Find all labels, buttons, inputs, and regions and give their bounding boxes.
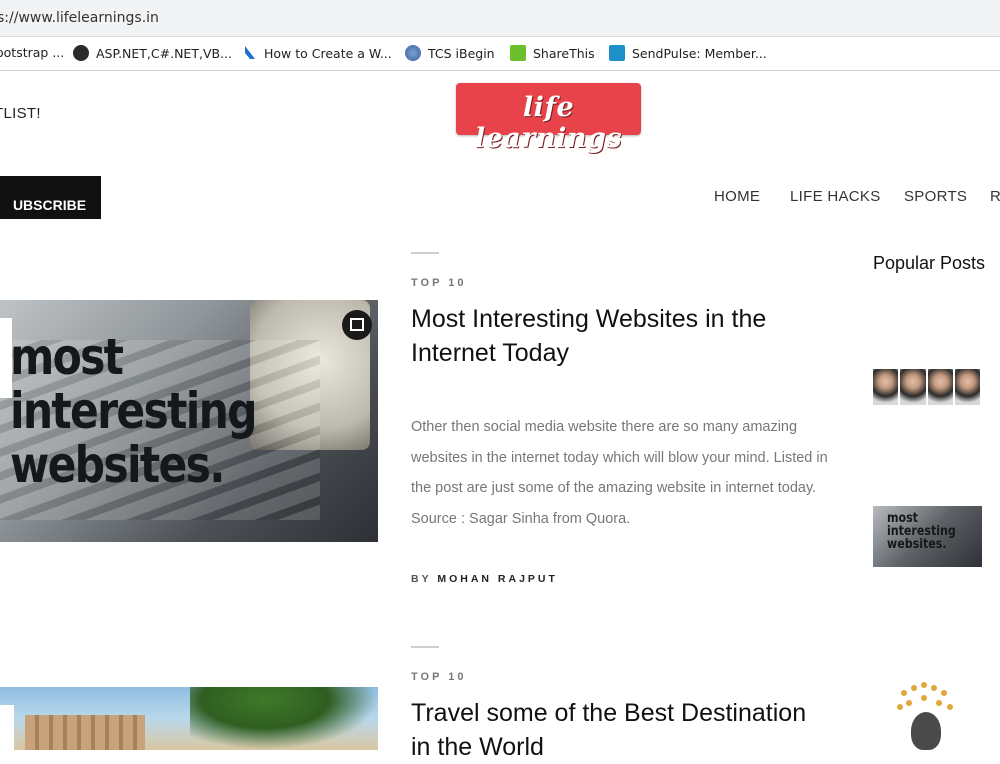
byline-label: BY (411, 573, 432, 585)
share-icon (510, 45, 526, 61)
idea-dot (911, 685, 917, 691)
post-title[interactable]: Most Interesting Websites in the Interne… (411, 302, 831, 370)
post-image-text: most interesting websites. (10, 328, 258, 494)
post-image[interactable] (0, 687, 378, 750)
address-bar[interactable]: s://www.lifelearnings.in (0, 0, 1000, 37)
head-silhouette-graphic (911, 712, 941, 750)
idea-dot (941, 690, 947, 696)
buildings-graphic (25, 715, 145, 750)
bookmark-item[interactable]: TCS iBegin (405, 45, 495, 61)
popular-post-thumbnail[interactable] (873, 682, 982, 750)
nav-item-life-hacks[interactable]: LIFE HACKS (790, 188, 881, 205)
person-photo (873, 369, 899, 405)
globe-icon (405, 45, 421, 61)
bookmark-label: ootstrap ... (0, 45, 65, 60)
header-top-text: TLIST! (0, 105, 41, 122)
thumbnail-text: most interesting websites. (887, 511, 956, 552)
logo-text: life learnings (474, 92, 623, 154)
person-photo (927, 369, 953, 405)
bookmark-item[interactable]: SendPulse: Member... (609, 45, 767, 61)
slide-number-tab (0, 705, 14, 750)
url-text[interactable]: s://www.lifelearnings.in (0, 10, 159, 26)
popular-post-thumbnail[interactable] (873, 369, 982, 405)
bookmark-item[interactable]: ASP.NET,C#.NET,VB... (73, 45, 232, 61)
bookmark-item[interactable]: How to Create a W... (243, 45, 392, 61)
palm-tree-graphic (190, 687, 378, 750)
pulse-icon (609, 45, 625, 61)
idea-dot (931, 685, 937, 691)
post-divider (411, 646, 439, 648)
post-category[interactable]: TOP 10 (411, 277, 467, 289)
idea-dot (906, 700, 912, 706)
post-byline: BY MOHAN RAJPUT (411, 573, 558, 585)
bookmark-label: How to Create a W... (264, 45, 392, 61)
subscribe-button[interactable]: UBSCRIBE (0, 176, 101, 219)
nav-item-sports[interactable]: SPORTS (904, 188, 967, 205)
post-image[interactable]: most interesting websites. (0, 300, 378, 542)
post-excerpt: Other then social media website there ar… (411, 419, 828, 527)
bookmark-item[interactable]: ootstrap ... (0, 45, 64, 60)
slide-number-tab (0, 318, 12, 398)
idea-dot (901, 690, 907, 696)
bookmark-label: TCS iBegin (428, 45, 495, 61)
nav-item-home[interactable]: HOME (714, 188, 760, 205)
idea-dot (936, 700, 942, 706)
person-photo (900, 369, 926, 405)
nav-item-more[interactable]: R (990, 188, 1000, 205)
post-title[interactable]: Travel some of the Best Destination in t… (411, 696, 831, 764)
bookmark-label: ShareThis (533, 45, 595, 61)
bookmark-item[interactable]: ShareThis (510, 45, 595, 61)
aspnet-icon (73, 45, 89, 61)
bookmarks-bar: ootstrap ... ASP.NET,C#.NET,VB... How to… (0, 37, 1000, 71)
post-divider (411, 252, 439, 254)
popular-post-thumbnail[interactable]: most interesting websites. (873, 506, 982, 567)
site-logo[interactable]: life learnings (456, 83, 641, 154)
idea-dot (921, 695, 927, 701)
idea-dot (897, 704, 903, 710)
kite-icon (243, 45, 257, 61)
person-photo (954, 369, 980, 405)
bookmark-label: ASP.NET,C#.NET,VB... (96, 45, 232, 61)
post-category[interactable]: TOP 10 (411, 671, 467, 683)
post-author[interactable]: MOHAN RAJPUT (437, 573, 558, 585)
idea-dot (947, 704, 953, 710)
idea-dot (921, 682, 927, 688)
calendar-icon[interactable] (342, 310, 372, 340)
bookmark-label: SendPulse: Member... (632, 45, 767, 61)
popular-posts-heading: Popular Posts (873, 253, 986, 273)
